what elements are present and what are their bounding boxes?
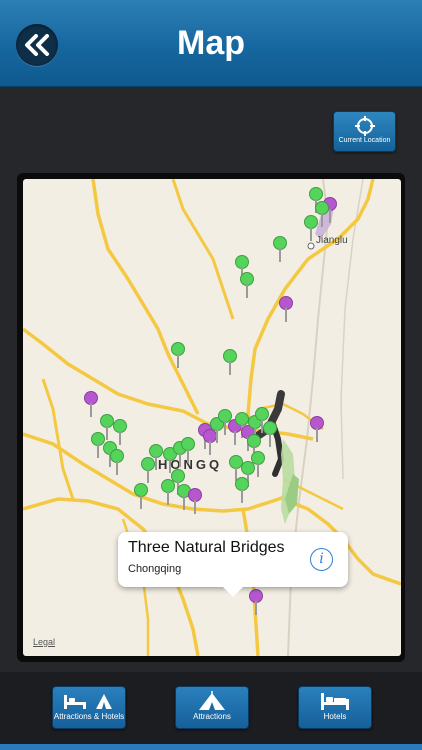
callout-pointer <box>223 587 243 597</box>
attraction-pin[interactable] <box>304 215 318 241</box>
town-label: Jianglu <box>316 235 348 246</box>
attraction-pin[interactable] <box>263 421 277 447</box>
attraction-pin[interactable] <box>171 342 185 368</box>
bottom-accent-strip <box>0 744 422 750</box>
tab-attractions-and-hotels[interactable]: Attractions & Hotels <box>52 686 126 729</box>
tab-attractions[interactable]: Attractions <box>175 686 249 729</box>
callout-title: Three Natural Bridges <box>128 539 285 556</box>
info-icon[interactable]: i <box>310 548 333 571</box>
hotel-pin[interactable] <box>279 296 293 322</box>
hotel-pin[interactable] <box>310 416 324 442</box>
attraction-pin[interactable] <box>161 479 175 505</box>
hotel-pin[interactable] <box>249 589 263 615</box>
attraction-pin[interactable] <box>110 449 124 475</box>
tab-label: Hotels <box>323 712 347 721</box>
hotel-pin[interactable] <box>84 391 98 417</box>
attraction-pin[interactable] <box>134 483 148 509</box>
attraction-pin[interactable] <box>273 236 287 262</box>
tab-label: Attractions <box>193 712 231 721</box>
crosshair-icon <box>354 116 375 136</box>
callout-subtitle: Chongqing <box>128 563 182 575</box>
hotel-pin[interactable] <box>188 488 202 514</box>
navigation-bar: Map <box>0 0 422 87</box>
tab-label: Attractions & Hotels <box>53 712 125 721</box>
legal-link[interactable]: Legal <box>33 637 55 647</box>
current-location-label: Current Location <box>338 137 391 144</box>
tab-hotels[interactable]: Hotels <box>298 686 372 729</box>
bed-icon <box>321 693 349 710</box>
attraction-pin[interactable] <box>251 451 265 477</box>
attraction-pin[interactable] <box>223 349 237 375</box>
attraction-pin[interactable] <box>235 477 249 503</box>
attraction-pin[interactable] <box>181 437 195 463</box>
attraction-pin[interactable] <box>149 444 163 470</box>
tent-icon <box>199 691 225 710</box>
current-location-button[interactable]: Current Location <box>333 111 396 152</box>
bed-and-tent-icon <box>64 694 112 709</box>
page-title: Map <box>177 24 245 62</box>
map-view[interactable]: Jianglu HONGQ Legal Three Natural Bridge… <box>23 179 401 656</box>
bottom-toolbar: Attractions & Hotels Attractions Hotels <box>0 672 422 750</box>
attraction-pin[interactable] <box>240 272 254 298</box>
map-callout[interactable]: Three Natural Bridges Chongqing i <box>118 532 348 597</box>
